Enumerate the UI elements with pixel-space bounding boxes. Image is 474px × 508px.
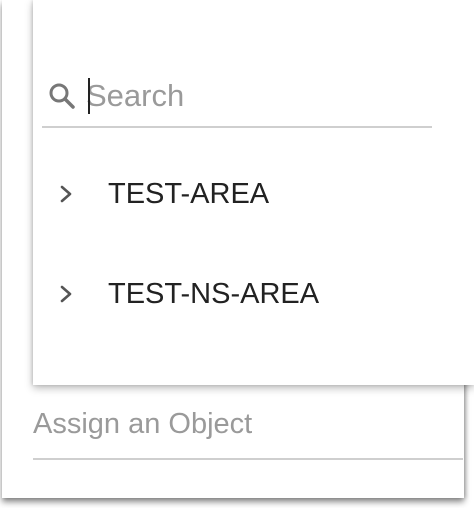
tree-item-label: TEST-AREA [108, 177, 270, 210]
search-icon [46, 80, 78, 112]
chevron-right-icon[interactable] [54, 282, 78, 306]
search-field[interactable] [42, 72, 432, 128]
tree-item-test-ns-area[interactable]: TEST-NS-AREA [42, 266, 422, 322]
tree-item-test-area[interactable]: TEST-AREA [42, 166, 422, 222]
chevron-right-icon[interactable] [54, 182, 78, 206]
assign-object-placeholder: Assign an Object [33, 408, 253, 440]
tree-item-label: TEST-NS-AREA [108, 277, 320, 310]
assign-object-field[interactable]: Assign an Object [33, 400, 463, 460]
text-cursor [88, 78, 90, 114]
search-input[interactable] [86, 74, 416, 118]
